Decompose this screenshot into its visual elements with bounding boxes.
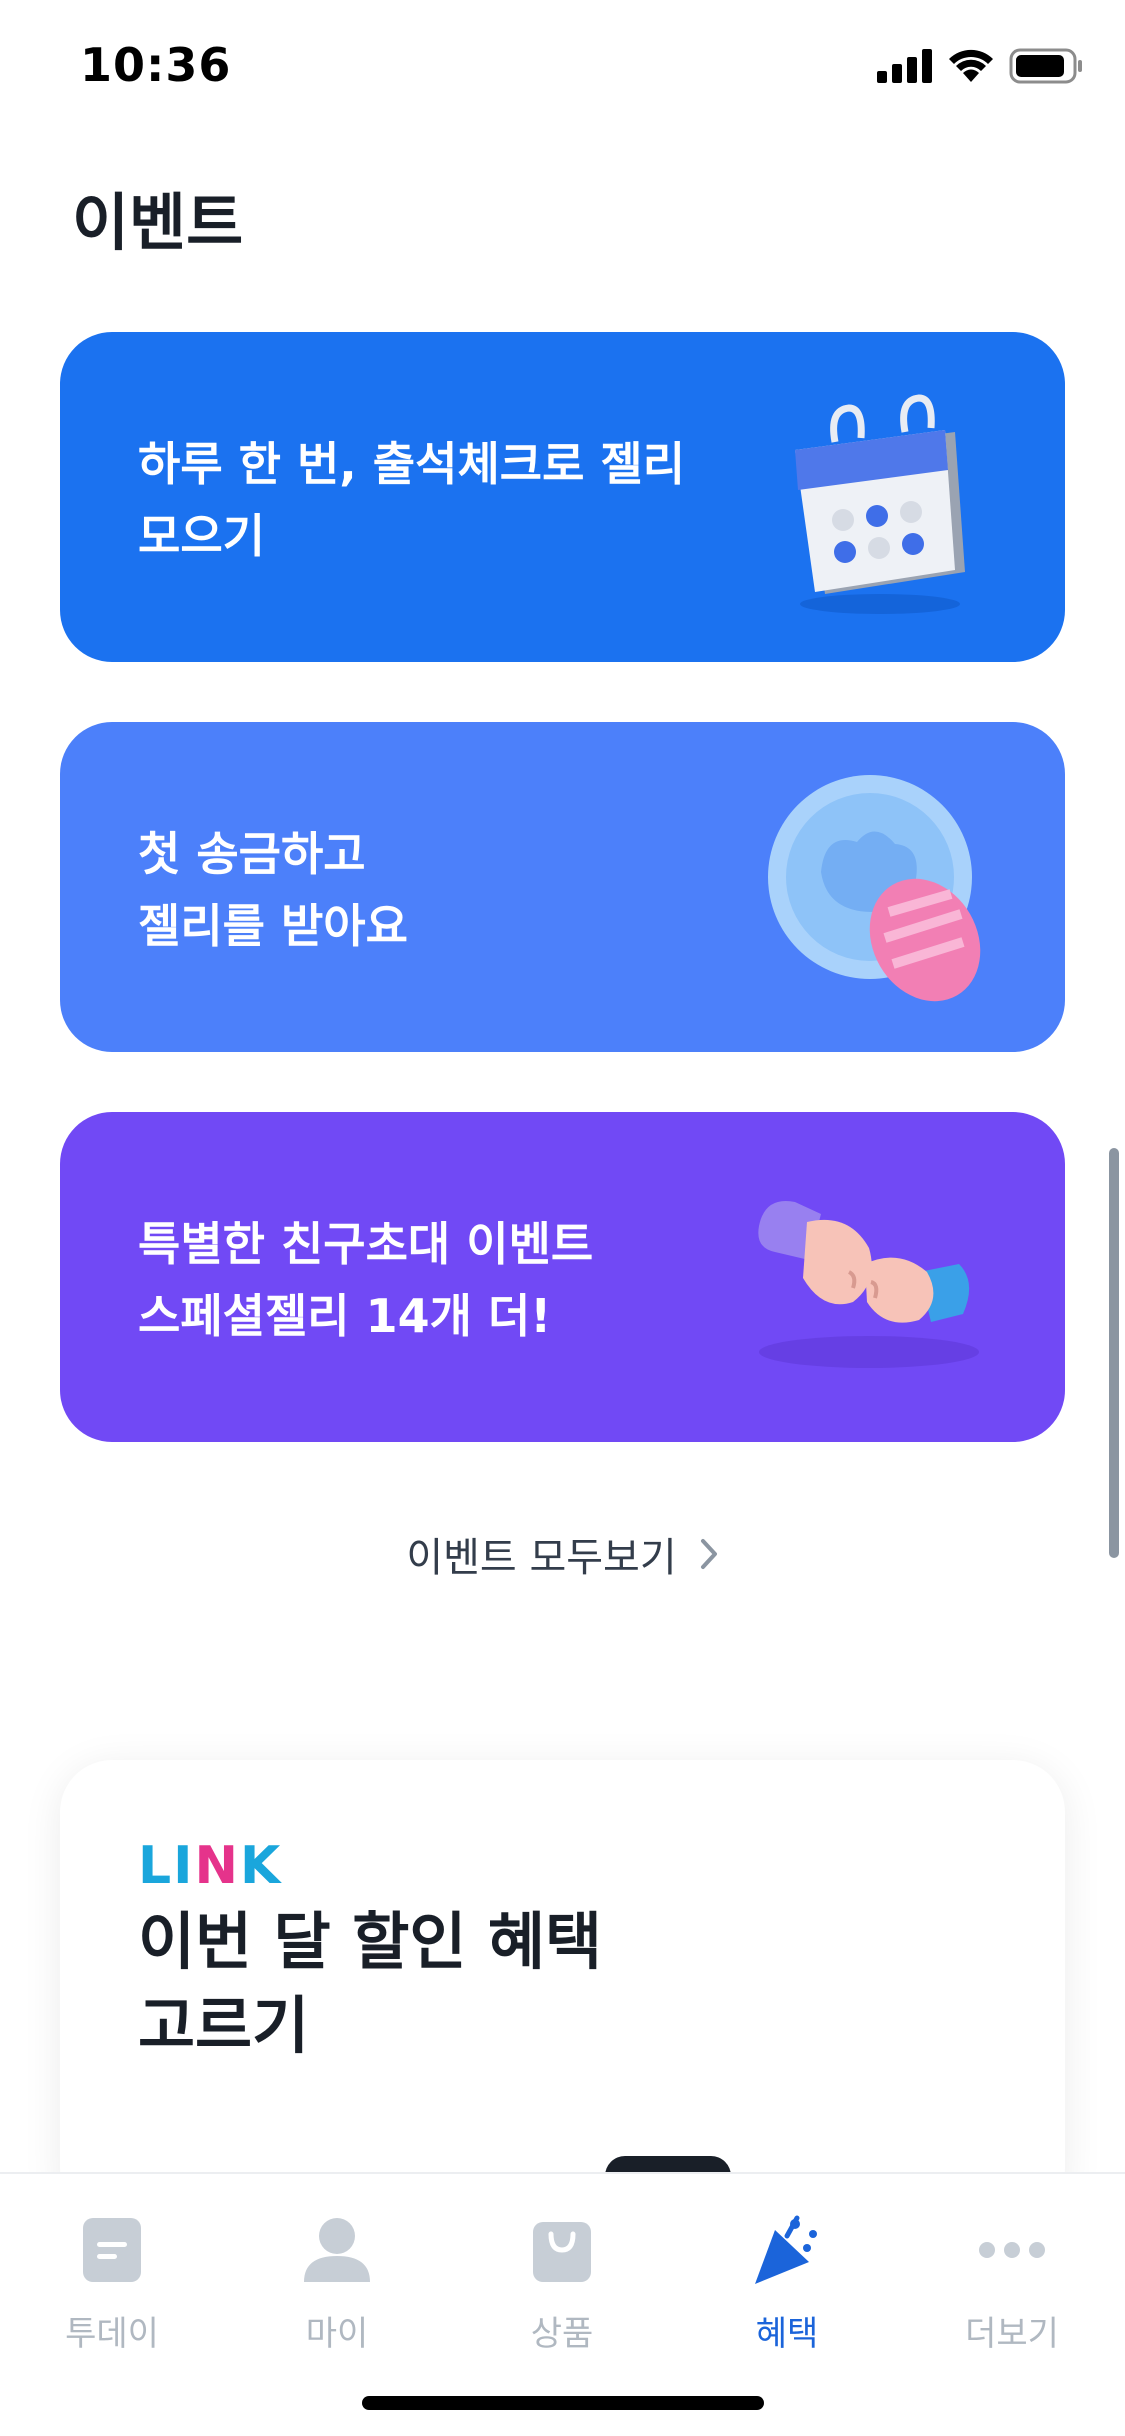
link-logo: LINK — [138, 1836, 283, 1896]
event-card-text: 첫 송금하고 젤리를 받아요 — [138, 818, 408, 962]
tab-label: 혜택 — [755, 2314, 819, 2354]
see-all-events-link[interactable]: 이벤트 모두보기 — [0, 1525, 1125, 1583]
event-card-line2: 스페셜젤리 14개 더! — [138, 1289, 552, 1343]
battery-icon — [1009, 48, 1082, 84]
tab-label: 더보기 — [965, 2314, 1059, 2354]
tab-label: 투데이 — [65, 2314, 159, 2354]
event-card-text: 특별한 친구초대 이벤트 스페셜젤리 14개 더! — [138, 1208, 593, 1352]
status-icons — [877, 48, 1083, 84]
see-all-label: 이벤트 모두보기 — [406, 1535, 677, 1581]
fist-bump-icon — [758, 1201, 979, 1368]
link-card-title-line2: 고르기 — [138, 1989, 310, 2062]
status-bar: 10:36 — [0, 0, 1125, 140]
tab-today[interactable]: 투데이 — [32, 2210, 192, 2355]
home-indicator — [362, 2396, 764, 2410]
shopping-bag-icon — [522, 2210, 602, 2290]
event-card-invite-friend[interactable]: 특별한 친구초대 이벤트 스페셜젤리 14개 더! — [60, 1112, 1065, 1442]
link-card-title-line1: 이번 달 할인 혜택 — [138, 1905, 603, 1978]
scrollbar[interactable] — [1109, 1148, 1119, 1558]
event-card-line2: 모으기 — [138, 509, 265, 563]
calendar-icon — [795, 394, 965, 614]
tab-label: 상품 — [530, 2314, 594, 2354]
page-title: 이벤트 — [72, 186, 244, 259]
person-icon — [297, 2210, 377, 2290]
tab-products[interactable]: 상품 — [482, 2210, 642, 2355]
status-time: 10:36 — [80, 38, 232, 92]
wifi-icon — [949, 49, 993, 82]
tab-label: 마이 — [305, 2314, 369, 2354]
chevron-right-icon — [700, 1539, 717, 1569]
tab-my[interactable]: 마이 — [257, 2210, 417, 2355]
event-card-attendance[interactable]: 하루 한 번, 출석체크로 젤리 모으기 — [60, 332, 1065, 662]
event-card-line1: 하루 한 번, 출석체크로 젤리 — [138, 437, 686, 491]
link-discount-card[interactable]: LINK 이번 달 할인 혜택 고르기 — [60, 1760, 1065, 2220]
event-card-first-transfer[interactable]: 첫 송금하고 젤리를 받아요 — [60, 722, 1065, 1052]
signal-icon — [877, 49, 932, 83]
tab-benefits[interactable]: 혜택 — [707, 2210, 867, 2355]
more-dots-icon — [972, 2210, 1052, 2290]
event-card-line1: 특별한 친구초대 이벤트 — [138, 1217, 594, 1271]
link-card-title: 이번 달 할인 혜택 고르기 — [138, 1900, 602, 2068]
jelly-coin-icon — [768, 775, 981, 1002]
event-card-line2: 젤리를 받아요 — [138, 899, 408, 953]
tab-more[interactable]: 더보기 — [932, 2210, 1092, 2355]
event-card-line1: 첫 송금하고 — [138, 827, 366, 881]
event-card-text: 하루 한 번, 출석체크로 젤리 모으기 — [138, 428, 685, 572]
party-popper-icon — [747, 2210, 827, 2290]
today-icon — [72, 2210, 152, 2290]
